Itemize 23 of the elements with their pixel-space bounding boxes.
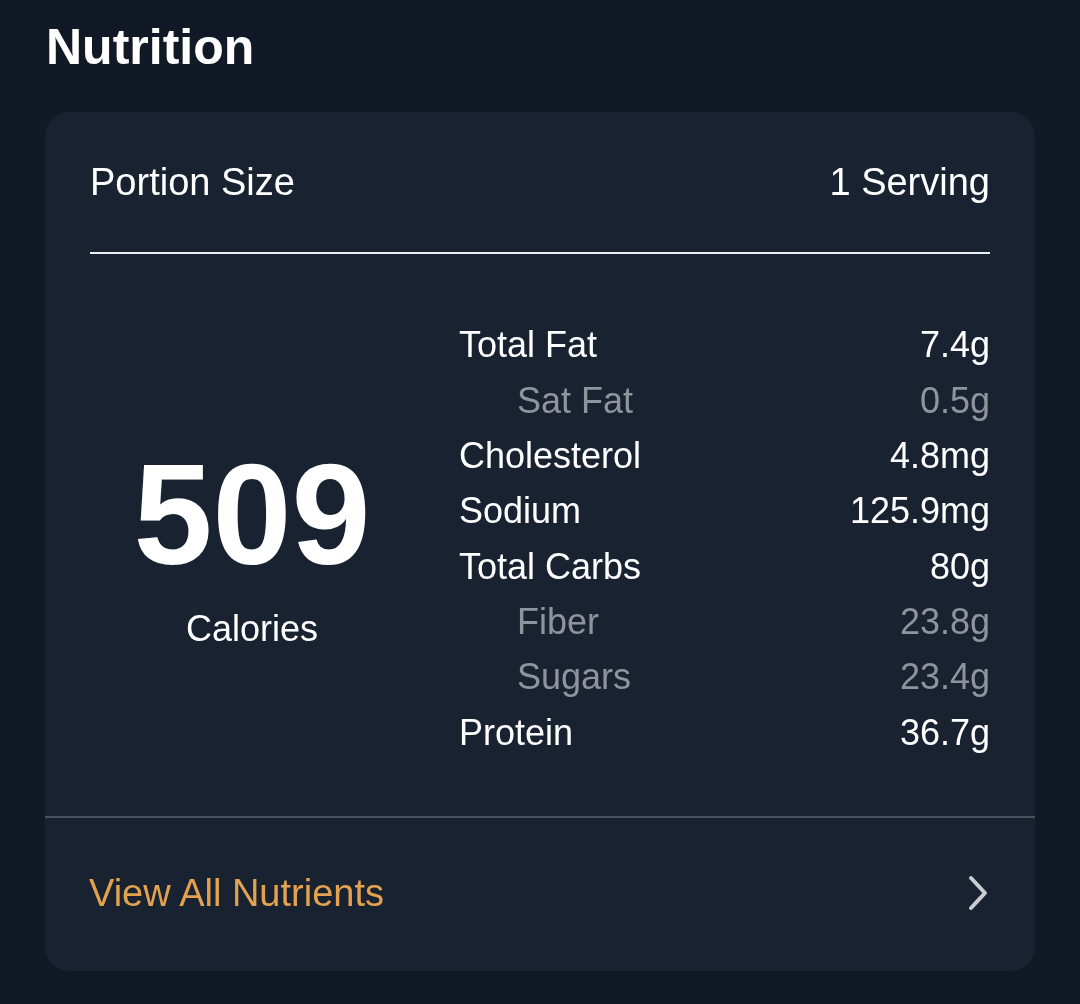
- nutrient-name: Cholesterol: [459, 435, 642, 478]
- view-all-nutrients-link[interactable]: View All Nutrients: [45, 818, 1035, 968]
- nutrient-name: Sodium: [459, 490, 582, 533]
- nutrient-name: Protein: [459, 711, 574, 754]
- nutrient-name: Sat Fat: [516, 379, 634, 422]
- portion-label: Portion Size: [90, 160, 295, 204]
- nutrient-name: Fiber: [516, 600, 600, 643]
- nutrient-name: Sugars: [516, 656, 632, 699]
- calorie-label: Calories: [185, 608, 318, 650]
- nutrient-name: Total Carbs: [459, 545, 642, 588]
- portion-value: 1 Serving: [829, 160, 990, 204]
- nutrient-amount: 36.7g: [899, 711, 990, 754]
- nutrient-amount: 125.9mg: [849, 490, 990, 533]
- nutrient-amount: 4.8mg: [889, 435, 990, 478]
- chevron-right-icon: [968, 875, 988, 911]
- nutrient-amount: 0.5g: [919, 379, 990, 422]
- nutrient-amount: 23.8g: [899, 600, 990, 643]
- calorie-count: 509: [133, 434, 371, 590]
- nutrient-amount: 80g: [929, 545, 990, 588]
- nutrient-name: Total Fat: [459, 324, 598, 367]
- nutrient-amount: 23.4g: [899, 656, 990, 699]
- section-title: Nutrition: [45, 18, 256, 77]
- nutrient-amount: 7.4g: [919, 324, 990, 367]
